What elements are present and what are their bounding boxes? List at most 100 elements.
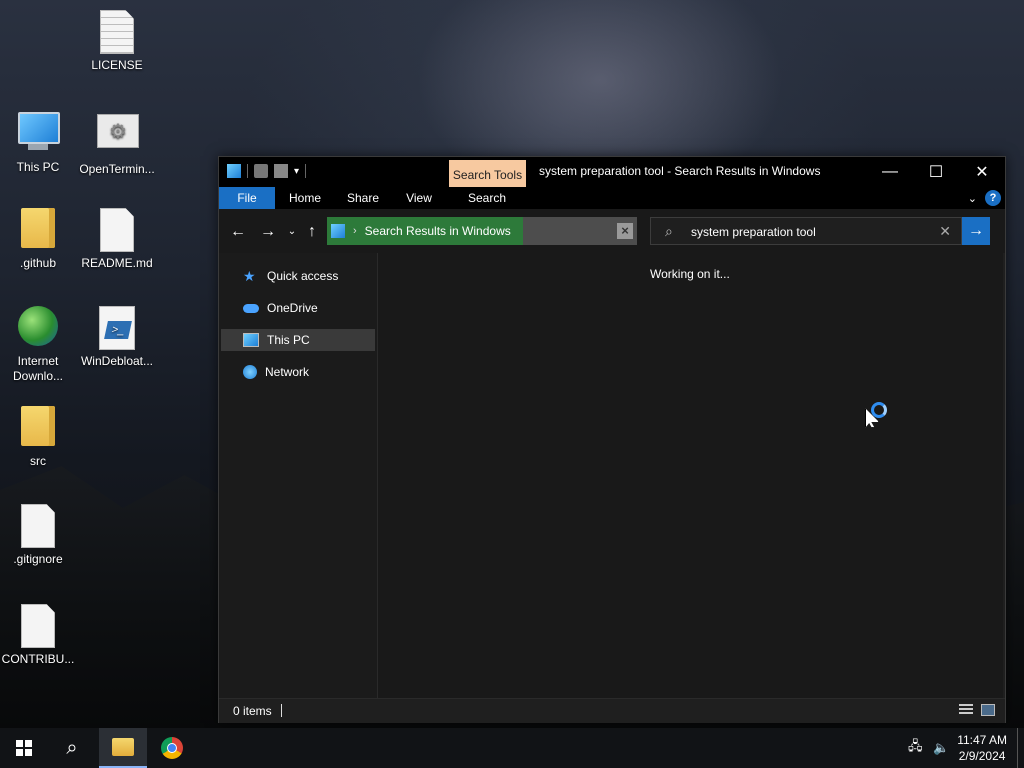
search-box[interactable]: ⌕ system preparation tool ✕ [650,217,962,245]
desktop-icon-label: .github [19,256,57,270]
desktop-icon-this-pc[interactable]: This PC [0,108,76,174]
title-bar: ▾ Search Tools system preparation tool -… [219,157,1005,187]
tab-share[interactable]: Share [339,187,387,209]
windows-logo-icon [16,740,32,756]
nav-item-quick-access[interactable]: ★ Quick access [221,265,375,287]
address-location-label: Search Results in Windows [364,224,511,238]
search-tools-contextual-tab[interactable]: Search Tools [449,160,526,187]
navigation-pane: ★ Quick access OneDrive This PC Network [219,253,378,698]
desktop-icon-github-folder[interactable]: .github [0,208,76,270]
clock[interactable]: 11:47 AM 2/9/2024 [957,732,1007,764]
search-button[interactable]: ⌕ [48,728,96,768]
stop-search-icon[interactable]: × [617,223,633,239]
nav-item-label: Quick access [267,269,339,283]
desktop-icon-contributing[interactable]: CONTRIBU... [0,604,76,666]
folder-icon [21,208,55,248]
tab-file[interactable]: File [219,187,275,209]
nav-item-this-pc[interactable]: This PC [221,329,375,351]
tab-view[interactable]: View [397,187,441,209]
settings-file-icon: ⚙ [97,114,139,148]
desktop-icon-gitignore[interactable]: .gitignore [0,504,76,566]
system-tray: 🖧 🔈 11:47 AM 2/9/2024 [905,728,1024,768]
desktop-icon-openterminal[interactable]: ⚙ OpenTermin... [79,108,155,176]
recent-locations-chevron-icon[interactable]: ⌄ [281,221,303,243]
ribbon-tabs: File Home Share View Search ⌄ ? [219,187,1005,209]
clock-date: 2/9/2024 [958,749,1006,763]
taskbar: ⌕ 🖧 🔈 11:47 AM 2/9/2024 [0,728,1024,768]
network-status-icon[interactable]: 🖧 [905,737,925,759]
nav-item-label: Network [265,365,310,379]
chrome-icon [161,737,183,759]
file-icon [21,604,55,648]
help-icon[interactable]: ? [985,190,1001,206]
this-pc-icon [18,112,60,144]
address-location-segment[interactable]: › Search Results in Windows [327,217,523,245]
network-icon [243,365,257,379]
file-icon [100,208,134,252]
show-desktop-button[interactable] [1017,728,1024,768]
powershell-script-icon: >_ [99,306,135,350]
desktop-icon-label: OpenTermin... [79,162,155,176]
desktop-icon-label: .gitignore [13,552,63,566]
file-explorer-icon [112,738,134,756]
large-icons-view-icon[interactable] [981,704,995,716]
desktop-icon-license[interactable]: LICENSE [79,10,155,72]
desktop-icon-label: CONTRIBU... [1,652,75,666]
desktop-icon-windebloater[interactable]: >_ WinDebloat... [79,306,155,368]
customize-toolbar-chevron-icon[interactable]: ▾ [294,166,299,177]
nav-item-network[interactable]: Network [221,361,375,383]
nav-item-label: OneDrive [267,301,318,315]
close-button[interactable]: ✕ [959,157,1005,187]
desktop-icon-src-folder[interactable]: src [0,406,76,468]
minimize-button[interactable]: — [867,157,913,187]
taskbar-chrome[interactable] [148,728,196,768]
search-icon: ⌕ [66,736,78,759]
window-title: system preparation tool - Search Results… [539,164,821,178]
search-input[interactable]: system preparation tool [691,225,816,239]
item-count: 0 items [233,704,272,718]
back-arrow-icon[interactable]: ← [227,221,249,243]
nav-item-onedrive[interactable]: OneDrive [221,297,375,319]
explorer-app-icon [227,164,241,178]
breadcrumb-separator: › [353,225,357,237]
up-arrow-icon[interactable]: ↑ [301,221,323,243]
quick-access-toolbar: ▾ [227,164,307,178]
new-folder-icon[interactable] [274,164,288,178]
properties-icon[interactable] [254,164,268,178]
internet-download-manager-icon [18,306,58,346]
search-go-arrow-icon[interactable]: → [962,217,990,245]
start-button[interactable] [0,728,48,768]
working-status-message: Working on it... [650,267,730,281]
clock-time: 11:47 AM [957,733,1007,747]
search-results-icon [331,224,345,238]
desktop-icon-readme[interactable]: README.md [79,208,155,270]
tab-search[interactable]: Search [459,187,515,209]
volume-muted-icon[interactable]: 🔈 [931,740,951,756]
tab-home[interactable]: Home [281,187,329,209]
file-icon [21,504,55,548]
nav-item-label: This PC [267,333,310,347]
monitor-icon [243,333,259,347]
details-view-icon[interactable] [959,704,973,716]
expand-ribbon-chevron-icon[interactable]: ⌄ [968,192,977,205]
desktop-icon-internet-download-manager[interactable]: Internet Downlo... [0,306,76,384]
busy-spinner-icon [871,402,887,418]
status-bar: 0 items [219,698,1005,723]
search-results-pane[interactable]: Working on it... [378,253,1003,698]
star-icon: ★ [243,268,256,284]
clear-search-icon[interactable]: ✕ [939,223,951,240]
forward-arrow-icon[interactable]: → [257,221,279,243]
taskbar-file-explorer[interactable] [99,728,147,768]
search-icon: ⌕ [665,223,673,239]
address-bar[interactable]: › Search Results in Windows × [327,217,637,245]
text-file-icon [100,10,134,54]
desktop-icon-label: Internet Downlo... [12,354,64,383]
desktop-icon-label: WinDebloat... [80,354,154,368]
desktop-icon-label: LICENSE [91,58,143,72]
desktop-icon-label: src [30,454,46,468]
desktop-icon-label: README.md [81,256,153,270]
file-explorer-window: ▾ Search Tools system preparation tool -… [218,156,1006,723]
cloud-icon [243,303,259,313]
maximize-button[interactable]: ☐ [913,157,959,187]
folder-icon [21,406,55,446]
